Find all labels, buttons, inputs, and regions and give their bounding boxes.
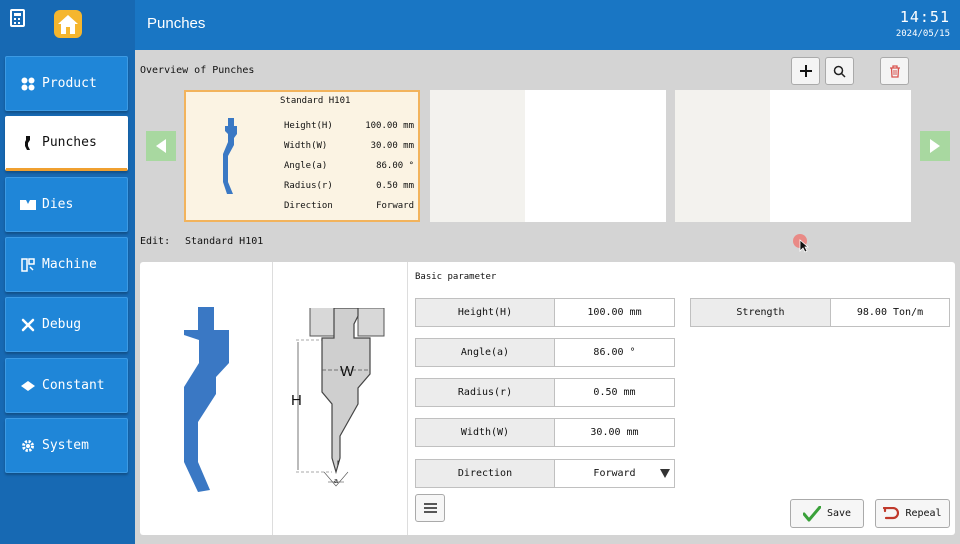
top-bar: Punches 14:51 2024/05/15: [0, 0, 960, 50]
sidebar-item-dies[interactable]: Dies: [5, 177, 128, 232]
height-label: Height(H): [415, 298, 555, 327]
diagram-a-label: a: [334, 478, 338, 485]
sidebar-item-label: Dies: [42, 197, 74, 212]
punch-icon: [20, 135, 36, 150]
checkmark-icon: [802, 505, 821, 521]
search-button[interactable]: [825, 57, 854, 85]
card-row-name: Height(H): [284, 121, 333, 131]
sidebar-item-constant[interactable]: Constant: [5, 358, 128, 413]
right-arrow-icon: [930, 139, 940, 153]
card-row: Angle(a) 86.00 °: [284, 161, 414, 171]
sidebar: Product Punches Dies Machine Debug Const…: [0, 50, 135, 544]
dies-icon: [20, 198, 36, 212]
sidebar-item-label: Machine: [42, 257, 97, 272]
punch-profile-image: [184, 307, 229, 492]
sidebar-item-label: Punches: [42, 135, 97, 150]
card-row-name: Radius(r): [284, 181, 333, 191]
repeal-label: Repeal: [905, 508, 942, 519]
card-row-name: Angle(a): [284, 161, 328, 171]
radius-field[interactable]: 0.50 mm: [554, 378, 675, 407]
sidebar-item-system[interactable]: System: [5, 418, 128, 473]
editor-panel: H W r a Basic parameter Height(H) 100.00…: [140, 262, 955, 535]
edit-label: Edit:: [140, 236, 171, 247]
card-image-area: [430, 90, 525, 222]
divider: [407, 262, 408, 535]
card-row-name: Direction: [284, 201, 333, 211]
sidebar-item-label: Constant: [42, 378, 105, 393]
card-row-name: Width(W): [284, 141, 328, 151]
direction-value: Forward: [593, 468, 636, 479]
strength-label: Strength: [690, 298, 831, 327]
cursor-icon: [799, 239, 809, 253]
card-row-value: 100.00 mm: [365, 121, 414, 131]
clock-time: 14:51: [899, 8, 950, 26]
undo-icon: [883, 506, 900, 519]
height-field[interactable]: 100.00 mm: [554, 298, 675, 327]
page-title: Punches: [147, 15, 206, 32]
overview-label: Overview of Punches: [140, 65, 255, 76]
sidebar-item-product[interactable]: Product: [5, 56, 128, 111]
width-field[interactable]: 30.00 mm: [554, 418, 675, 447]
sidebar-item-label: Debug: [42, 317, 82, 332]
angle-field[interactable]: 86.00 °: [554, 338, 675, 367]
card-row: Radius(r) 0.50 mm: [284, 181, 414, 191]
clock-date: 2024/05/15: [895, 29, 950, 39]
next-arrow-button[interactable]: [920, 131, 950, 161]
radius-label: Radius(r): [415, 378, 555, 407]
edit-name: Standard H101: [185, 236, 264, 247]
product-icon: [20, 77, 36, 91]
diagram-w-label: W: [340, 363, 355, 380]
constant-icon: [20, 379, 36, 393]
punch-card-selected[interactable]: Standard H101 Height(H) 100.00 mm Width(W…: [184, 90, 420, 222]
add-button[interactable]: [791, 57, 820, 85]
punch-dimension-diagram: [296, 308, 385, 487]
direction-select[interactable]: Forward: [554, 459, 675, 488]
diagram-r-label: r: [337, 458, 340, 467]
punch-thumbnail: [223, 118, 237, 194]
repeal-button[interactable]: Repeal: [875, 499, 950, 528]
strength-field[interactable]: 98.00 Ton/m: [830, 298, 950, 327]
search-icon: [833, 65, 846, 78]
sidebar-item-debug[interactable]: Debug: [5, 297, 128, 352]
card-row-value: 86.00 °: [376, 161, 414, 171]
card-row: Direction Forward: [284, 201, 414, 211]
card-image-area: [675, 90, 770, 222]
left-arrow-icon: [156, 139, 166, 153]
card-row: Height(H) 100.00 mm: [284, 121, 414, 131]
menu-icon: [423, 503, 437, 513]
card-row: Width(W) 30.00 mm: [284, 141, 414, 151]
save-label: Save: [826, 508, 852, 519]
card-row-value: 30.00 mm: [370, 141, 414, 151]
card-row-value: 0.50 mm: [376, 181, 414, 191]
width-label: Width(W): [415, 418, 555, 447]
punch-card-empty[interactable]: [430, 90, 666, 222]
save-button[interactable]: Save: [790, 499, 864, 528]
calculator-icon[interactable]: [10, 9, 25, 27]
add-icon: [799, 65, 812, 77]
card-title: Standard H101: [280, 96, 351, 106]
basic-parameter-label: Basic parameter: [415, 272, 497, 282]
divider: [272, 262, 273, 535]
card-row-value: Forward: [376, 201, 414, 211]
direction-label: Direction: [415, 459, 555, 488]
trash-icon: [889, 64, 900, 78]
delete-button[interactable]: [880, 57, 909, 85]
punch-card-empty[interactable]: [675, 90, 911, 222]
home-icon[interactable]: [52, 8, 84, 40]
sidebar-item-label: System: [42, 438, 89, 453]
wrench-icon: [20, 318, 36, 332]
diagram-h-label: H: [291, 392, 302, 409]
gear-icon: [20, 439, 36, 453]
chevron-down-icon: [660, 469, 670, 478]
angle-label: Angle(a): [415, 338, 555, 367]
prev-arrow-button[interactable]: [146, 131, 176, 161]
clock: 14:51 2024/05/15: [896, 8, 950, 39]
sidebar-item-machine[interactable]: Machine: [5, 237, 128, 292]
machine-icon: [20, 257, 36, 272]
sidebar-item-punches[interactable]: Punches: [5, 116, 128, 171]
sidebar-item-label: Product: [42, 76, 97, 91]
menu-button[interactable]: [415, 494, 445, 522]
